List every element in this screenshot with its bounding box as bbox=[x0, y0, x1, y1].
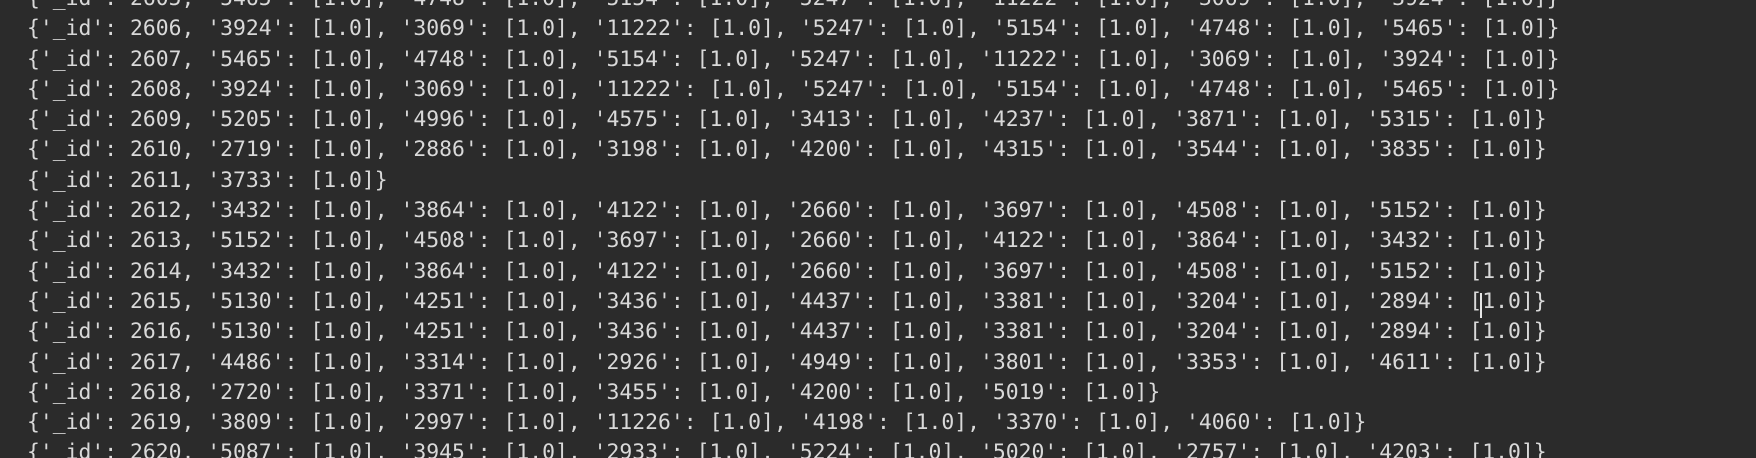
output-line: {'_id': 2619, '3809': [1.0], '2997': [1.… bbox=[27, 410, 1367, 436]
output-line: {'_id': 2606, '3924': [1.0], '3069': [1.… bbox=[27, 16, 1560, 42]
output-line: {'_id': 2614, '3432': [1.0], '3864': [1.… bbox=[27, 258, 1547, 284]
output-line: {'_id': 2620, '5087': [1.0], '3945': [1.… bbox=[27, 440, 1547, 458]
output-line: {'_id': 2613, '5152': [1.0], '4508': [1.… bbox=[27, 228, 1547, 254]
output-line: {'_id': 2609, '5205': [1.0], '4996': [1.… bbox=[27, 107, 1547, 133]
output-line: {'_id': 2608, '3924': [1.0], '3069': [1.… bbox=[27, 76, 1560, 102]
output-line: {'_id': 2618, '2720': [1.0], '3371': [1.… bbox=[27, 379, 1161, 405]
output-line: {'_id': 2615, '5130': [1.0], '4251': [1.… bbox=[27, 288, 1547, 314]
terminal-output[interactable]: {'_id': 2605, '5465': [1.0], '4748': [1.… bbox=[0, 0, 1756, 458]
output-line: {'_id': 2610, '2719': [1.0], '2886': [1.… bbox=[27, 137, 1547, 163]
output-line: {'_id': 2616, '5130': [1.0], '4251': [1.… bbox=[27, 319, 1547, 345]
output-line: {'_id': 2617, '4486': [1.0], '3314': [1.… bbox=[27, 349, 1547, 375]
output-lines: {'_id': 2605, '5465': [1.0], '4748': [1.… bbox=[27, 0, 1560, 458]
output-line: {'_id': 2605, '5465': [1.0], '4748': [1.… bbox=[27, 0, 1560, 14]
output-line: {'_id': 2607, '5465': [1.0], '4748': [1.… bbox=[27, 46, 1560, 72]
output-line: {'_id': 2612, '3432': [1.0], '3864': [1.… bbox=[27, 198, 1547, 224]
text-cursor bbox=[1480, 293, 1482, 318]
output-line: {'_id': 2611, '3733': [1.0]} bbox=[27, 167, 388, 193]
